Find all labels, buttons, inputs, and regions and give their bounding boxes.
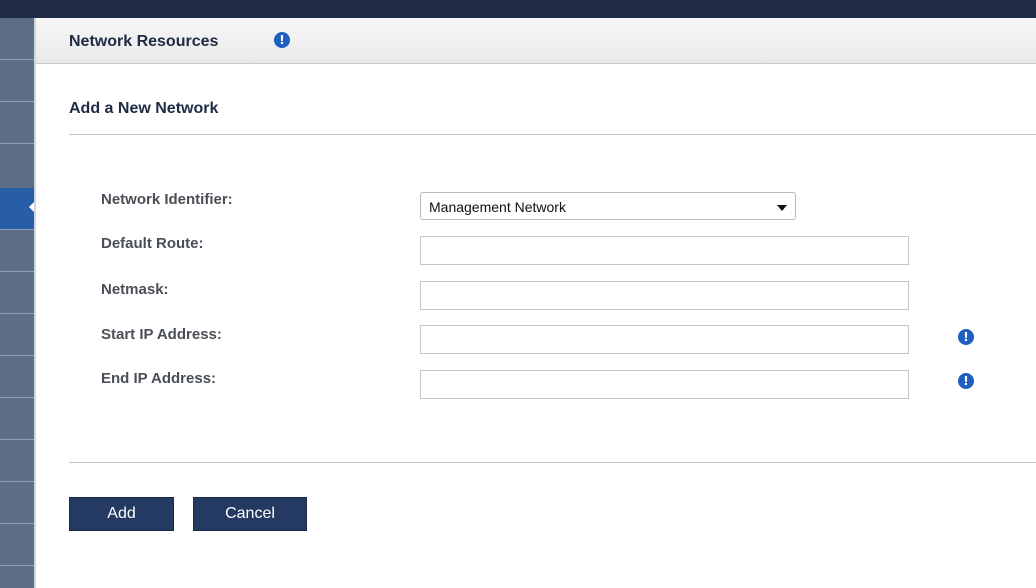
- nav-item[interactable]: [0, 398, 36, 440]
- chevron-down-icon: [777, 205, 787, 211]
- nav-item[interactable]: [0, 356, 36, 398]
- network-identifier-value: Management Network: [429, 199, 566, 215]
- page-header: Network Resources !: [36, 18, 1036, 64]
- top-bar: [0, 0, 1036, 18]
- nav-item[interactable]: [0, 524, 36, 566]
- nav-item[interactable]: [0, 18, 36, 60]
- nav-item[interactable]: [0, 102, 36, 144]
- default-route-input[interactable]: [420, 236, 909, 265]
- end-ip-label: End IP Address:: [101, 370, 217, 387]
- add-button[interactable]: Add: [69, 497, 174, 531]
- page-title: Network Resources: [69, 33, 219, 50]
- network-identifier-label: Network Identifier:: [101, 191, 233, 208]
- start-ip-label: Start IP Address:: [101, 326, 222, 343]
- section-divider: [69, 134, 1036, 135]
- nav-item-network-resources[interactable]: [0, 188, 36, 230]
- end-ip-input[interactable]: [420, 370, 909, 399]
- cancel-button[interactable]: Cancel: [193, 497, 307, 531]
- left-navigation: [0, 18, 36, 588]
- info-icon[interactable]: !: [958, 373, 974, 389]
- nav-item[interactable]: [0, 60, 36, 102]
- info-icon[interactable]: !: [274, 32, 290, 48]
- start-ip-input[interactable]: [420, 325, 909, 354]
- nav-item[interactable]: [0, 314, 36, 356]
- netmask-input[interactable]: [420, 281, 909, 310]
- default-route-label: Default Route:: [101, 235, 204, 252]
- nav-item[interactable]: [0, 230, 36, 272]
- nav-item[interactable]: [0, 482, 36, 524]
- info-icon[interactable]: !: [958, 329, 974, 345]
- nav-rail: [34, 18, 36, 588]
- nav-item[interactable]: [0, 272, 36, 314]
- nav-item[interactable]: [0, 440, 36, 482]
- form-divider: [69, 462, 1036, 463]
- network-identifier-select[interactable]: Management Network: [420, 192, 796, 220]
- section-title: Add a New Network: [69, 100, 219, 117]
- netmask-label: Netmask:: [101, 281, 169, 298]
